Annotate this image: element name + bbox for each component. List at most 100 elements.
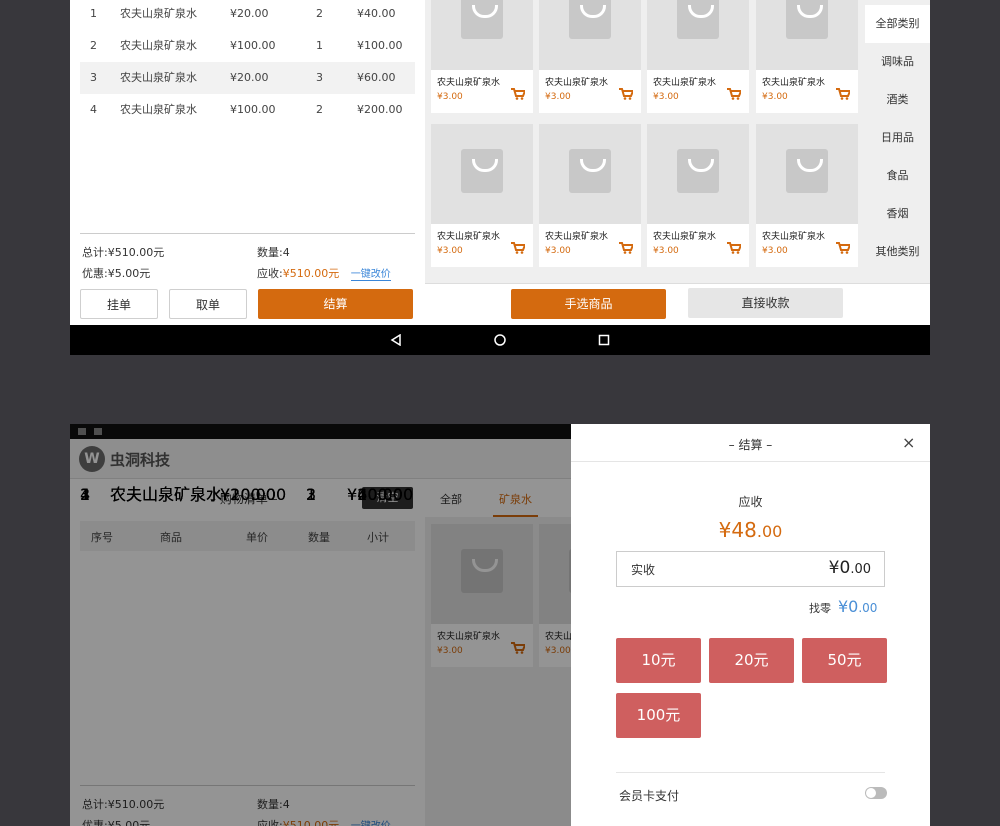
product-grid: 农夫山泉矿泉水 ¥3.00 农夫山泉矿泉水 ¥3.00 农夫山泉矿泉水 ¥3.00 农…	[425, 0, 865, 283]
amount-50-button[interactable]: 50元	[802, 638, 887, 683]
cart-icon[interactable]	[836, 242, 850, 254]
count-text: 数量:4	[257, 246, 290, 259]
direct-payment-button[interactable]: 直接收款	[688, 288, 843, 318]
category-all[interactable]: 全部类别	[865, 5, 930, 43]
close-icon[interactable]: ×	[902, 433, 915, 452]
shopping-bag-icon	[461, 0, 503, 39]
product-price: ¥3.00	[653, 92, 679, 102]
total-text: 总计:¥510.00元	[82, 246, 165, 259]
cart-icon[interactable]	[727, 242, 741, 254]
cart-icon[interactable]	[511, 242, 525, 254]
row-name: 农夫山泉矿泉水	[120, 71, 197, 84]
pos-screen-bottom: W 虫洞科技 – 购物清单 – 清空 序号 商品 单价 数量 小计 1 农夫山泉…	[70, 424, 930, 826]
modal-overlay[interactable]	[70, 424, 571, 826]
table-row[interactable]: 1 农夫山泉矿泉水 ¥20.00 2 ¥40.00	[80, 0, 415, 30]
row-price: ¥20.00	[230, 71, 269, 84]
member-card-toggle[interactable]	[865, 787, 887, 799]
category-liquor[interactable]: 酒类	[865, 81, 930, 119]
manual-select-button[interactable]: 手选商品	[511, 289, 666, 319]
fetch-order-button[interactable]: 取单	[169, 289, 247, 319]
product-name: 农夫山泉矿泉水	[545, 232, 609, 242]
shopping-bag-icon	[569, 0, 611, 39]
shopping-bag-icon	[786, 0, 828, 39]
amount-100-button[interactable]: 100元	[616, 693, 701, 738]
category-cigarette[interactable]: 香烟	[865, 195, 930, 233]
hold-order-button[interactable]: 挂单	[80, 289, 158, 319]
product-card[interactable]: 农夫山泉矿泉水 ¥3.00	[756, 0, 858, 113]
product-price: ¥3.00	[545, 92, 571, 102]
product-price: ¥3.00	[653, 246, 679, 256]
edit-price-link[interactable]: 一键改价	[350, 269, 391, 281]
paid-cents: .00	[850, 562, 871, 577]
cart-icon[interactable]	[511, 88, 525, 100]
receivable-value: ¥510.00元	[282, 267, 340, 280]
category-food[interactable]: 食品	[865, 157, 930, 195]
table-row[interactable]: 2 农夫山泉矿泉水 ¥100.00 1 ¥100.00	[80, 30, 415, 62]
change-cents: .00	[858, 601, 878, 615]
shopping-bag-icon	[677, 149, 719, 193]
row-qty: 3	[316, 71, 323, 84]
row-subtotal: ¥100.00	[357, 39, 403, 52]
category-seasoning[interactable]: 调味品	[865, 43, 930, 81]
product-price: ¥3.00	[762, 92, 788, 102]
home-icon[interactable]	[494, 334, 506, 346]
shopping-bag-icon	[569, 149, 611, 193]
product-card[interactable]: 农夫山泉矿泉水 ¥3.00	[539, 124, 641, 267]
change-amount: ¥0.00	[838, 597, 877, 616]
member-card-label: 会员卡支付	[619, 789, 680, 803]
table-row[interactable]: 3 农夫山泉矿泉水 ¥20.00 3 ¥60.00	[80, 62, 415, 94]
toggle-knob	[866, 788, 876, 798]
row-name: 农夫山泉矿泉水	[120, 39, 197, 52]
category-other[interactable]: 其他类别	[865, 233, 930, 271]
product-card[interactable]: 农夫山泉矿泉水 ¥3.00	[431, 0, 533, 113]
recents-icon[interactable]	[598, 334, 610, 346]
product-card[interactable]: 农夫山泉矿泉水 ¥3.00	[647, 124, 749, 267]
shopping-bag-icon	[786, 149, 828, 193]
android-nav-bar	[70, 325, 930, 355]
discount-text: 优惠:¥5.00元	[82, 267, 151, 280]
cart-icon[interactable]	[619, 242, 633, 254]
product-price: ¥3.00	[437, 92, 463, 102]
product-card[interactable]: 农夫山泉矿泉水 ¥3.00	[431, 124, 533, 267]
shopping-bag-icon	[461, 149, 503, 193]
product-image	[647, 0, 749, 70]
receivable-label: 应收:	[257, 267, 283, 280]
shopping-list-panel: 1 农夫山泉矿泉水 ¥20.00 2 ¥40.00 2 农夫山泉矿泉水 ¥100…	[70, 0, 425, 325]
divider	[616, 772, 885, 773]
due-amount: ¥48.00	[571, 518, 930, 542]
row-no: 4	[90, 103, 97, 116]
table-row[interactable]: 4 农夫山泉矿泉水 ¥100.00 2 ¥200.00	[80, 94, 415, 126]
category-sidebar: 全部类别 调味品 酒类 日用品 食品 香烟 其他类别	[865, 0, 930, 283]
row-qty: 2	[316, 7, 323, 20]
product-image	[539, 124, 641, 224]
product-card[interactable]: 农夫山泉矿泉水 ¥3.00	[647, 0, 749, 113]
row-subtotal: ¥200.00	[357, 103, 403, 116]
category-daily[interactable]: 日用品	[865, 119, 930, 157]
product-image	[647, 124, 749, 224]
checkout-button[interactable]: 结算	[258, 289, 413, 319]
row-subtotal: ¥40.00	[357, 7, 396, 20]
due-cents: .00	[756, 522, 783, 541]
amount-20-button[interactable]: 20元	[709, 638, 794, 683]
product-image	[431, 124, 533, 224]
product-card[interactable]: 农夫山泉矿泉水 ¥3.00	[539, 0, 641, 113]
cart-icon[interactable]	[836, 88, 850, 100]
product-name: 农夫山泉矿泉水	[437, 78, 501, 88]
row-no: 1	[90, 7, 97, 20]
back-icon[interactable]	[390, 334, 402, 346]
product-name: 农夫山泉矿泉水	[653, 78, 717, 88]
product-name: 农夫山泉矿泉水	[545, 78, 609, 88]
cart-icon[interactable]	[727, 88, 741, 100]
product-card[interactable]: 农夫山泉矿泉水 ¥3.00	[756, 124, 858, 267]
cart-icon[interactable]	[619, 88, 633, 100]
shopping-bag-icon	[677, 0, 719, 39]
dialog-title: – 结算 –	[728, 438, 773, 452]
change-label: 找零	[809, 602, 831, 615]
paid-input[interactable]: 实收 ¥0.00	[616, 551, 885, 587]
product-name: 农夫山泉矿泉水	[653, 232, 717, 242]
dialog-header: – 结算 – ×	[571, 424, 930, 462]
product-image	[431, 0, 533, 70]
amount-10-button[interactable]: 10元	[616, 638, 701, 683]
product-image	[756, 0, 858, 70]
row-no: 2	[90, 39, 97, 52]
